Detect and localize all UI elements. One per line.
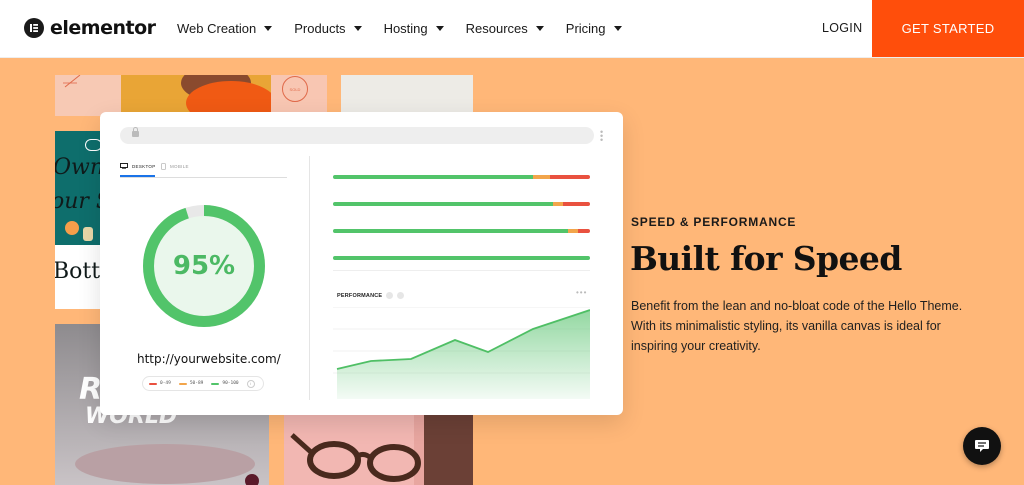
chat-bubble-icon bbox=[975, 440, 989, 452]
metric-bar bbox=[333, 256, 590, 260]
tab-label: MOBILE bbox=[170, 164, 189, 169]
poster-text-own: Own bbox=[55, 155, 100, 180]
tile-orange-photo bbox=[121, 75, 271, 116]
metric-bar bbox=[333, 175, 590, 179]
browser-address-bar bbox=[120, 127, 594, 144]
chat-widget-button[interactable] bbox=[963, 427, 1001, 465]
brand-name: elementor bbox=[50, 17, 156, 39]
legend-label: 0-49 bbox=[160, 381, 171, 386]
speed-test-mockup: • • • DESKTOP MOBILE 95% http://yourwebsit… bbox=[100, 112, 623, 415]
mobile-icon bbox=[161, 163, 166, 170]
chevron-down-icon bbox=[435, 26, 444, 31]
badge-text: SOLD bbox=[289, 86, 301, 92]
poster-text-your: our S bbox=[55, 189, 100, 214]
poster-object bbox=[83, 227, 93, 241]
login-link[interactable]: LOGIN bbox=[822, 21, 862, 35]
poster-text-r: R bbox=[79, 372, 103, 407]
metric-bar bbox=[333, 202, 590, 206]
sketch-lines bbox=[63, 75, 81, 88]
prev-icon[interactable] bbox=[386, 292, 394, 299]
sold-badge: SOLD bbox=[282, 76, 308, 102]
desktop-icon bbox=[120, 163, 128, 169]
menu-label: Products bbox=[294, 21, 346, 36]
menu-label: Web Creation bbox=[177, 21, 257, 36]
tested-url: http://yourwebsite.com/ bbox=[137, 352, 281, 366]
chevron-down-icon bbox=[353, 26, 362, 31]
tile-pink-sketch bbox=[55, 75, 121, 116]
legend-item: 50-89 bbox=[178, 381, 204, 386]
poster-pill bbox=[85, 139, 100, 151]
legend-item: 90-100 bbox=[211, 381, 239, 386]
active-tab-indicator bbox=[120, 175, 155, 177]
chevron-down-icon bbox=[535, 26, 544, 31]
person-photo bbox=[121, 75, 271, 116]
top-navigation: elementor Web Creation Products Hosting … bbox=[0, 0, 1024, 58]
main-menu: Web Creation Products Hosting Resources … bbox=[177, 0, 622, 57]
info-icon: i bbox=[246, 379, 255, 388]
section-description: Benefit from the lean and no-bloat code … bbox=[631, 299, 963, 353]
section-separator bbox=[333, 270, 590, 271]
menu-label: Hosting bbox=[383, 21, 428, 36]
menu-web-creation[interactable]: Web Creation bbox=[177, 21, 273, 36]
tab-label: DESKTOP bbox=[132, 163, 156, 169]
get-started-button[interactable]: GET STARTED bbox=[872, 0, 1024, 57]
legend-label: 50-89 bbox=[189, 381, 204, 386]
panel-divider bbox=[309, 156, 310, 400]
menu-label: Pricing bbox=[565, 21, 606, 36]
next-icon[interactable] bbox=[397, 292, 405, 299]
menu-resources[interactable]: Resources bbox=[466, 21, 544, 36]
device-tabs: DESKTOP MOBILE bbox=[120, 162, 287, 178]
tile-poster-own: Own our S Botto bbox=[55, 131, 100, 309]
performance-label: PERFORMANCE bbox=[337, 292, 383, 299]
chevron-down-icon bbox=[613, 26, 622, 31]
menu-products[interactable]: Products bbox=[294, 21, 362, 36]
elementor-logo[interactable]: elementor bbox=[24, 17, 156, 39]
section-eyebrow: SPEED & PERFORMANCE bbox=[631, 215, 797, 229]
poster-text-bottom: Botto bbox=[55, 259, 100, 284]
performance-score: 95% bbox=[172, 251, 236, 281]
metric-bar bbox=[333, 229, 590, 233]
chevron-down-icon bbox=[264, 26, 273, 31]
tab-desktop[interactable]: DESKTOP bbox=[120, 163, 156, 169]
legend-item: 0-49 bbox=[149, 381, 171, 386]
menu-pricing[interactable]: Pricing bbox=[566, 21, 622, 36]
menu-hosting[interactable]: Hosting bbox=[384, 21, 444, 36]
tab-mobile[interactable]: MOBILE bbox=[161, 163, 189, 170]
tile-grey bbox=[341, 75, 473, 116]
tile-glasses-photo bbox=[284, 415, 473, 485]
more-options-icon: • • • bbox=[600, 127, 604, 145]
performance-chart bbox=[333, 307, 590, 399]
legend-label: 90-100 bbox=[222, 381, 239, 386]
performance-header: PERFORMANCE bbox=[337, 292, 405, 299]
chart-menu-icon[interactable]: ••• bbox=[576, 288, 587, 297]
elementor-logo-icon bbox=[24, 18, 44, 38]
tile-pink-badge: SOLD bbox=[271, 75, 327, 116]
menu-label: Resources bbox=[465, 21, 528, 36]
glasses-photo bbox=[290, 415, 473, 485]
lock-icon bbox=[132, 127, 139, 137]
section-headline: Built for Speed bbox=[630, 239, 902, 278]
poster-object bbox=[65, 221, 79, 235]
score-legend: 0-49 50-89 90-100 i bbox=[142, 376, 264, 391]
